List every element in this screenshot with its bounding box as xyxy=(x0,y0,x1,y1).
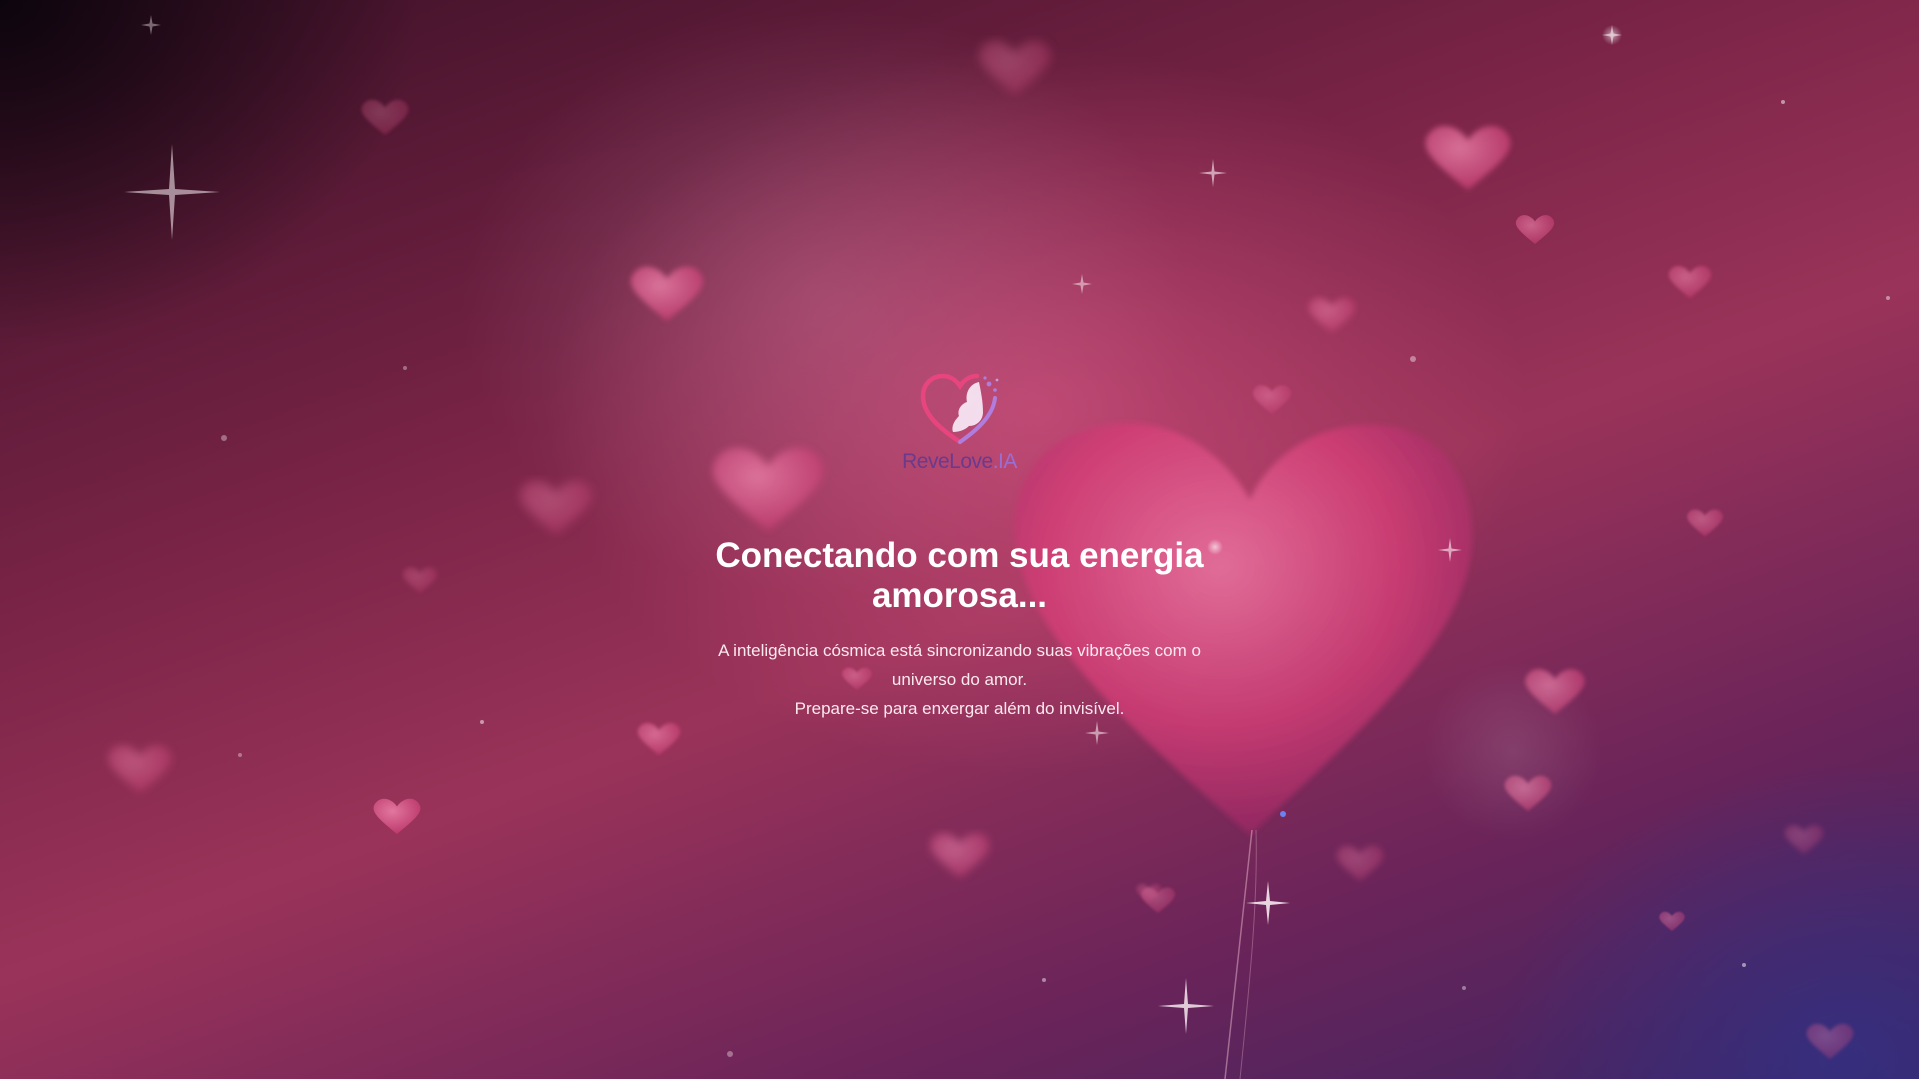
brand-name-suffix: .IA xyxy=(992,450,1018,473)
loading-title: Conectando com sua energia amorosa... xyxy=(715,536,1204,615)
brand-name: ReveLove.IA xyxy=(902,450,1017,474)
loading-description: A inteligência cósmica está sincronizand… xyxy=(700,636,1220,723)
loading-description-line2: Prepare-se para enxergar além do invisív… xyxy=(794,699,1125,718)
brand-logo: ReveLove.IA xyxy=(902,370,1017,474)
heart-woman-profile-icon xyxy=(920,373,998,445)
brand-name-main: ReveLove xyxy=(902,450,993,473)
loading-description-line1: A inteligência cósmica está sincronizand… xyxy=(718,641,1201,689)
loading-screen: ReveLove.IA Conectando com sua energia a… xyxy=(0,370,1919,740)
